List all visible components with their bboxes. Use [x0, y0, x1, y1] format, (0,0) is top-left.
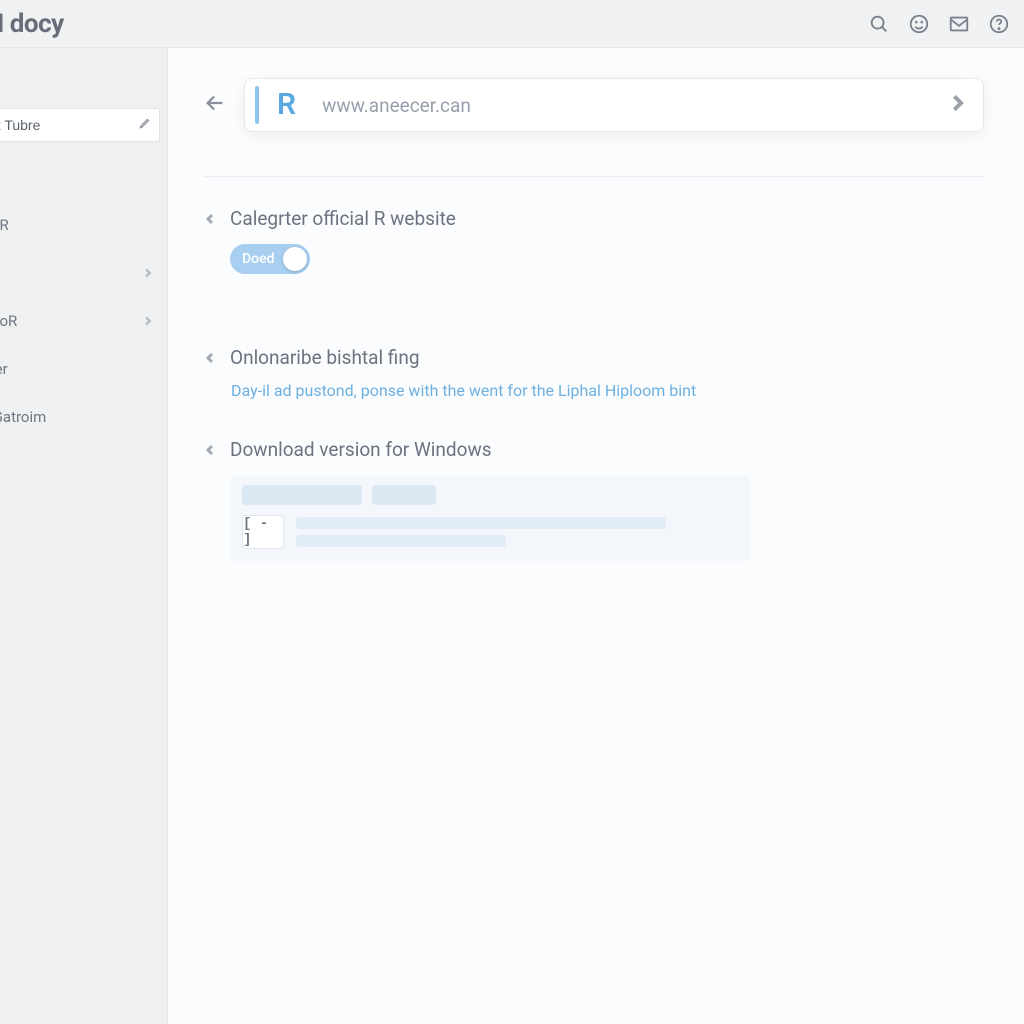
- sidebar: em P entoR inka riustoR enger iks Gatroi…: [0, 48, 168, 1024]
- face-icon[interactable]: [908, 13, 930, 35]
- url-prefix: R: [277, 87, 296, 122]
- step-2: Onlonaribe bishtal fing Day-il ad puston…: [204, 346, 984, 400]
- step-header[interactable]: Onlonaribe bishtal fing Day-il ad puston…: [204, 346, 984, 400]
- step-title-part: g: [267, 207, 278, 230]
- chevron-right-icon: [143, 264, 153, 282]
- step-1: Calegrter official R website Doed: [204, 207, 984, 308]
- url-bar[interactable]: R www.aneecer.can: [244, 78, 984, 132]
- go-chevron-icon[interactable]: [949, 95, 965, 115]
- sidebar-item-label: entoR: [0, 216, 9, 234]
- toggle-label: Doed: [242, 251, 274, 267]
- sidebar-search-input[interactable]: [0, 108, 160, 142]
- mail-icon[interactable]: [948, 13, 970, 35]
- sidebar-search: [0, 108, 160, 142]
- edit-icon[interactable]: [138, 116, 152, 134]
- sidebar-item[interactable]: P: [0, 166, 167, 188]
- sidebar-item[interactable]: iks Gatroim: [0, 406, 167, 428]
- help-icon[interactable]: [988, 13, 1010, 35]
- step-3: Download version for Windows [ - ]: [204, 438, 984, 561]
- step-title: Download version for Windows: [230, 438, 984, 461]
- placeholder-line: [296, 517, 666, 529]
- back-arrow-icon[interactable]: [204, 92, 226, 118]
- sidebar-item[interactable]: uich: [0, 502, 167, 524]
- download-card: [ - ]: [230, 475, 750, 561]
- search-icon[interactable]: [868, 13, 890, 35]
- topbar-icon-group: [868, 13, 1016, 35]
- sidebar-item[interactable]: ise: [0, 454, 167, 476]
- sidebar-item[interactable]: inka: [0, 262, 167, 284]
- app-title: tar I docy: [0, 9, 64, 39]
- step-title: Calegrter official R website: [230, 207, 984, 230]
- step-title-part: Cale: [230, 207, 267, 230]
- divider: [204, 176, 984, 177]
- chevron-right-icon: [143, 312, 153, 330]
- file-icon[interactable]: [ - ]: [242, 515, 284, 549]
- sidebar-section-label: em: [0, 68, 167, 100]
- sidebar-item-label: enger: [0, 360, 8, 378]
- chevron-left-icon: [204, 438, 216, 460]
- sidebar-item[interactable]: entoR: [0, 214, 167, 236]
- sidebar-item-label: iks Gatroim: [0, 408, 46, 426]
- step-title: Onlonaribe bishtal fing: [230, 346, 984, 369]
- url-text: www.aneecer.can: [322, 94, 471, 117]
- toggle-switch[interactable]: Doed: [230, 244, 310, 274]
- step-header[interactable]: Download version for Windows [ - ]: [204, 438, 984, 561]
- placeholder-line: [296, 535, 506, 547]
- placeholder-lines: [296, 515, 738, 547]
- sidebar-nav: P entoR inka riustoR enger iks Gatroim i…: [0, 166, 167, 524]
- url-row: R www.aneecer.can: [204, 78, 984, 132]
- main-content: R www.aneecer.can Calegrter official R w…: [168, 48, 1024, 1024]
- placeholder-pill: [372, 485, 436, 505]
- download-card-pills: [242, 485, 738, 505]
- sidebar-item-label: riustoR: [0, 312, 17, 330]
- sidebar-item[interactable]: riustoR: [0, 310, 167, 332]
- chevron-left-icon: [204, 346, 216, 368]
- download-card-body: [ - ]: [242, 515, 738, 549]
- step-header[interactable]: Calegrter official R website Doed: [204, 207, 984, 308]
- cursor-indicator: [255, 86, 259, 124]
- sidebar-item[interactable]: enger: [0, 358, 167, 380]
- top-bar: tar I docy: [0, 0, 1024, 48]
- toggle-knob: [283, 247, 307, 271]
- step-title-part: rter official R website: [278, 207, 456, 230]
- step-note: Day-il ad pustond, ponse with the went f…: [231, 381, 984, 400]
- chevron-left-icon: [204, 207, 216, 229]
- placeholder-pill: [242, 485, 362, 505]
